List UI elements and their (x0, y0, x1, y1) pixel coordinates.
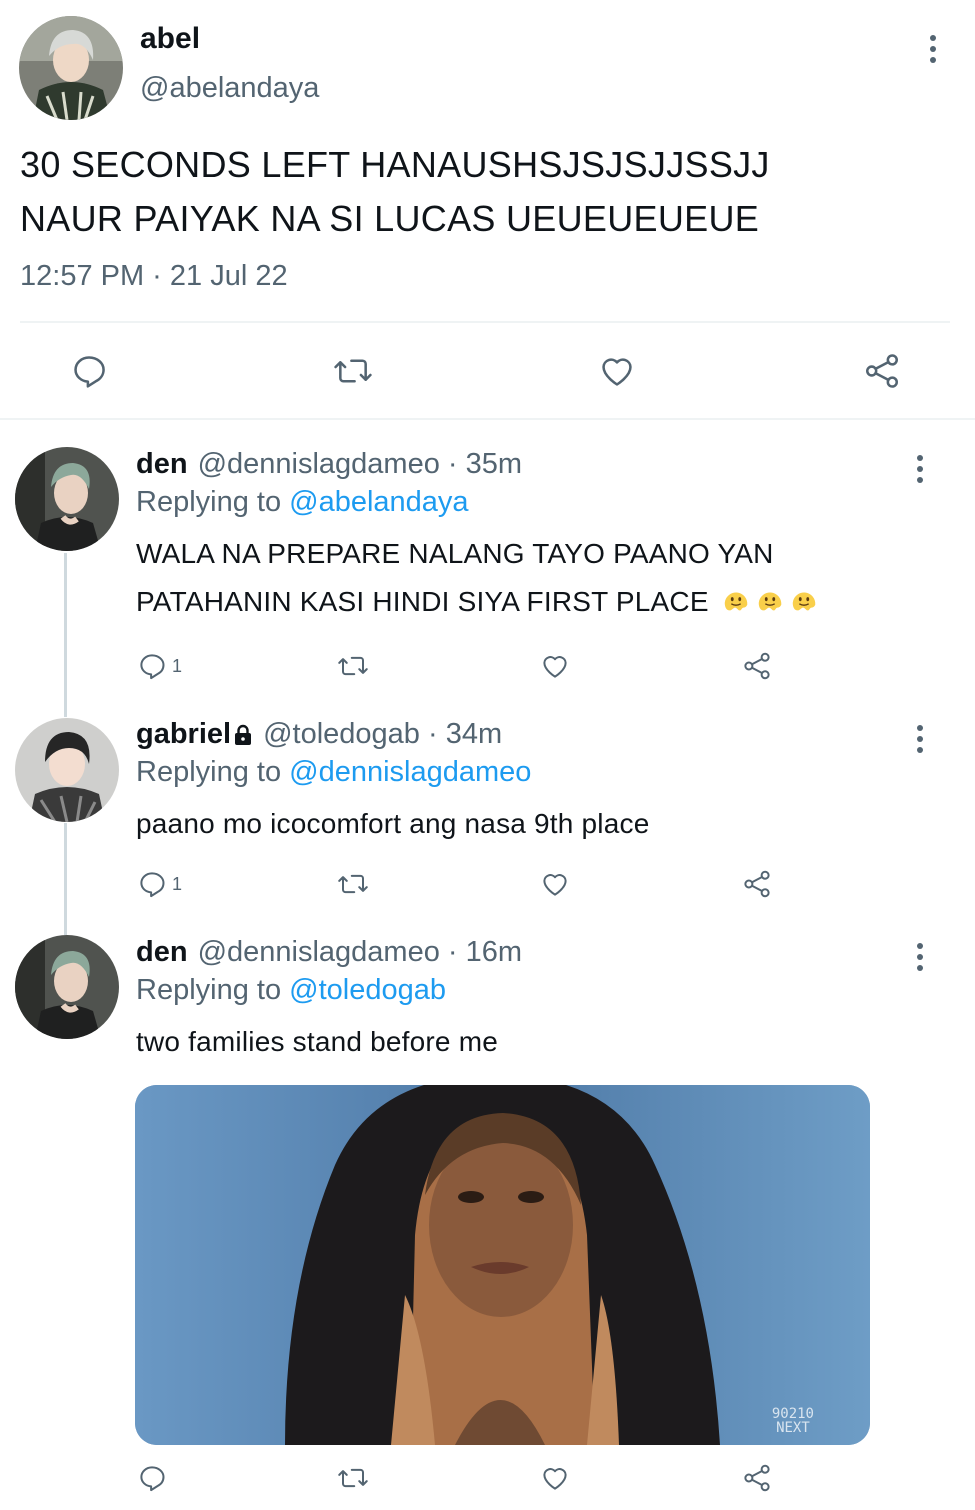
replying-to: Replying to @abelandaya (136, 486, 469, 519)
share-icon (744, 870, 770, 898)
reply-button[interactable]: 1 (136, 651, 182, 681)
replying-to-label: Replying to (136, 974, 282, 1006)
tweet-text-line: 30 SECONDS LEFT HANAUSHSJSJSJJSSJJ (20, 144, 770, 185)
author-handle[interactable]: @abelandaya (140, 72, 319, 105)
reply-author-name[interactable]: den (136, 448, 188, 481)
video-watermark: 90210 NEXT (772, 1407, 814, 1435)
retweet-button[interactable] (335, 1463, 371, 1493)
divider (0, 418, 975, 420)
reply-header: den @dennislagdameo · 16m (136, 936, 522, 969)
share-icon (866, 354, 898, 388)
reply-icon (74, 356, 105, 388)
like-button[interactable] (538, 869, 572, 899)
reply-button[interactable] (70, 352, 108, 390)
watermark-line: 90210 (771, 1406, 814, 1422)
lock-icon (233, 724, 253, 746)
thread-line (64, 823, 67, 935)
retweet-icon (338, 656, 368, 676)
like-button[interactable] (597, 352, 637, 390)
tweet-text-line: NAUR PAIYAK NA SI LUCAS UEUEUEUEUE (20, 198, 760, 239)
like-icon (543, 656, 567, 678)
share-button[interactable] (740, 869, 774, 899)
tweet-timestamp[interactable]: 12:57 PM · 21 Jul 22 (20, 260, 288, 293)
replying-to: Replying to @dennislagdameo (136, 756, 531, 789)
like-icon (543, 874, 567, 896)
reply-icon (140, 1466, 165, 1492)
like-button[interactable] (538, 651, 572, 681)
reply-count: 1 (172, 655, 183, 676)
reply-button[interactable]: 1 (136, 869, 182, 899)
author-name[interactable]: abel (140, 22, 200, 56)
reply-handle-time[interactable]: @dennislagdameo · 16m (198, 936, 522, 969)
share-icon (744, 1464, 770, 1492)
reply-icon (140, 872, 165, 898)
more-options-icon[interactable] (915, 455, 925, 483)
reply-text-line: two families stand before me (136, 1026, 498, 1057)
reply-text-line: WALA NA PREPARE NALANG TAYO PAANO YAN (136, 538, 774, 569)
reply-text: paano mo icocomfort ang nasa 9th place (136, 800, 649, 848)
tweet-text: 30 SECONDS LEFT HANAUSHSJSJSJJSSJJ NAUR … (20, 138, 770, 246)
avatar-den[interactable] (15, 447, 119, 551)
share-icon (744, 652, 770, 680)
reply-header: gabriel @toledogab · 34m (136, 718, 502, 751)
reply-count: 1 (172, 873, 183, 894)
like-icon (543, 1468, 567, 1490)
reply-handle-time[interactable]: @dennislagdameo · 35m (198, 448, 522, 481)
more-options-icon[interactable] (915, 725, 925, 753)
mention-link[interactable]: @toledogab (289, 974, 446, 1006)
more-options-icon[interactable] (915, 943, 925, 971)
reply-icon (140, 654, 165, 680)
melting-face-emoji (724, 592, 747, 611)
like-button[interactable] (538, 1463, 572, 1493)
retweet-button[interactable] (332, 352, 374, 390)
replying-to-label: Replying to (136, 756, 282, 788)
melting-face-emoji (792, 592, 815, 611)
reply-header: den @dennislagdameo · 35m (136, 448, 522, 481)
avatar-abel[interactable] (19, 16, 123, 120)
retweet-button[interactable] (335, 651, 371, 681)
share-button[interactable] (862, 352, 902, 390)
melting-face-emoji (758, 592, 781, 611)
retweet-icon (338, 874, 368, 894)
mention-link[interactable]: @dennislagdameo (289, 756, 531, 788)
thread-line (64, 553, 67, 717)
reply-text-line: paano mo icocomfort ang nasa 9th place (136, 808, 650, 839)
reply-text-line: PATAHANIN KASI HINDI SIYA FIRST PLACE (136, 586, 709, 617)
watermark-line: NEXT (776, 1420, 810, 1436)
share-button[interactable] (740, 1463, 774, 1493)
reply-handle-time[interactable]: @toledogab · 34m (263, 718, 502, 751)
retweet-icon (338, 1468, 368, 1488)
reply-button[interactable] (136, 1463, 168, 1493)
reply-author-name[interactable]: gabriel (136, 718, 231, 751)
divider (20, 321, 950, 323)
reply-text: WALA NA PREPARE NALANG TAYO PAANO YAN PA… (136, 530, 819, 626)
media-gif[interactable]: 90210 NEXT (135, 1085, 870, 1445)
avatar-den[interactable] (15, 935, 119, 1039)
like-icon (602, 358, 632, 386)
more-options-icon[interactable] (928, 35, 938, 63)
mention-link[interactable]: @abelandaya (289, 486, 468, 518)
reply-author-name[interactable]: den (136, 936, 188, 969)
reply-text-line-with-emoji: PATAHANIN KASI HINDI SIYA FIRST PLACE (136, 578, 819, 626)
share-button[interactable] (740, 651, 774, 681)
retweet-button[interactable] (335, 869, 371, 899)
avatar-gabriel[interactable] (15, 718, 119, 822)
replying-to-label: Replying to (136, 486, 282, 518)
retweet-icon (334, 359, 372, 383)
replying-to: Replying to @toledogab (136, 974, 446, 1007)
reply-text: two families stand before me (136, 1018, 498, 1066)
